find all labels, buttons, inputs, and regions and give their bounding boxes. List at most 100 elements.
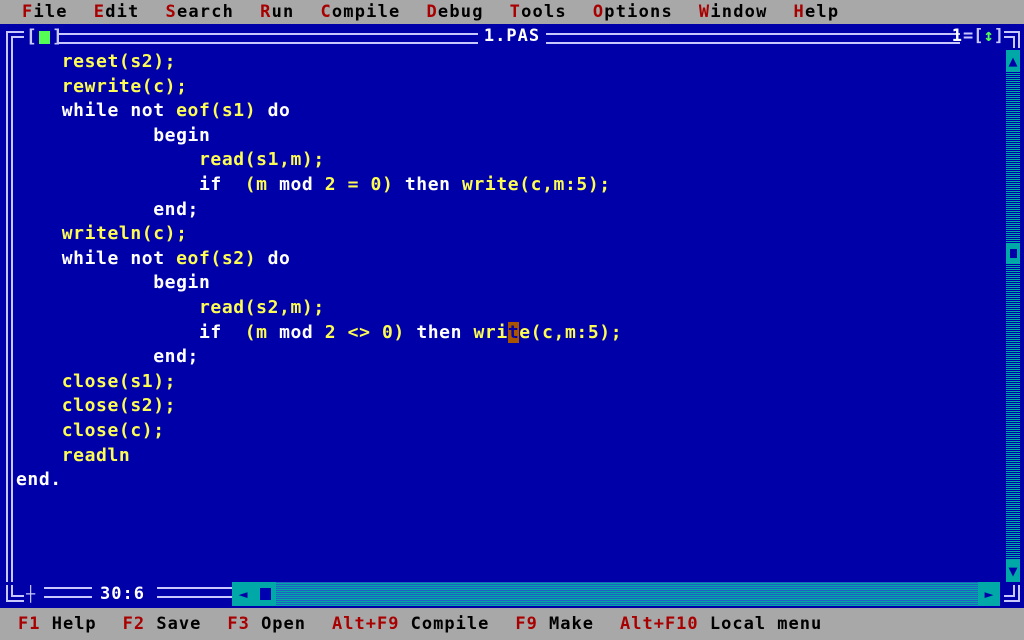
code-identifier: close(s2);: [61, 395, 177, 417]
code-line[interactable]: close(c);: [16, 419, 1002, 444]
window-title-bar[interactable]: [] 1.PAS 1 =[↕]: [0, 24, 1024, 48]
code-identifier: [16, 395, 62, 416]
code-line[interactable]: close(s2);: [16, 394, 1002, 419]
code-identifier: [256, 248, 267, 269]
menu-hotkey: T: [509, 2, 522, 22]
code-identifier: [16, 174, 199, 195]
status-item-open[interactable]: F3 Open: [227, 608, 306, 640]
status-item-make[interactable]: F9 Make: [515, 608, 594, 640]
resize-bracket-right: ]: [993, 26, 1004, 46]
window-title: 1.PAS: [483, 26, 541, 46]
code-line[interactable]: rewrite(c);: [16, 75, 1002, 100]
status-key: F2: [122, 614, 146, 634]
menu-hotkey: R: [260, 2, 272, 22]
code-identifier: write(c,m:5);: [450, 173, 611, 195]
code-line[interactable]: close(s1);: [16, 370, 1002, 395]
status-label: Save: [145, 614, 202, 634]
code-line[interactable]: [16, 542, 1002, 567]
vertical-scroll-track[interactable]: [1006, 72, 1020, 560]
code-identifier: [16, 346, 153, 367]
code-line[interactable]: while not eof(s1) do: [16, 99, 1002, 124]
resize-button[interactable]: =[↕]: [963, 25, 1004, 47]
status-bar: F1 Help F2 Save F3 Open Alt+F9 Compile F9 Ma…: [0, 608, 1024, 640]
menu-item-debug[interactable]: Debug: [426, 0, 483, 24]
code-line[interactable]: reset(s2);: [16, 50, 1002, 75]
menu-label: ptions: [604, 2, 673, 22]
frame-corner-bottom-left-inner: [11, 585, 24, 597]
status-key: F3: [227, 614, 250, 634]
code-keyword: if: [199, 321, 222, 343]
menu-label: ebug: [437, 2, 484, 22]
code-identifier: eof(s1): [176, 100, 257, 122]
menu-hotkey: O: [592, 2, 605, 22]
status-item-save[interactable]: F2 Save: [123, 608, 202, 640]
menu-label: indow: [710, 2, 768, 22]
menu-bar: File Edit Search Run Compile Debug Tools Option…: [0, 0, 1024, 24]
code-identifier: [165, 248, 176, 269]
code-identifier: [16, 223, 62, 244]
resize-grip-icon[interactable]: ┼: [26, 587, 35, 602]
code-identifier: [256, 100, 267, 121]
menu-hotkey: D: [426, 2, 438, 22]
code-identifier: [16, 100, 62, 121]
vertical-scroll-thumb[interactable]: [1006, 244, 1020, 264]
scroll-right-arrow-icon[interactable]: ►: [978, 582, 1000, 606]
code-line[interactable]: read(s2,m);: [16, 296, 1002, 321]
code-line[interactable]: end.: [16, 468, 1002, 493]
scroll-left-arrow-icon[interactable]: ◄: [232, 582, 254, 606]
code-line[interactable]: [16, 517, 1002, 542]
code-line[interactable]: while not eof(s2) do: [16, 247, 1002, 272]
vertical-scrollbar[interactable]: ▲ ▼: [1006, 50, 1020, 582]
code-line[interactable]: if (m mod 2 <> 0) then write(c,m:5);: [16, 321, 1002, 346]
code-identifier: [16, 420, 62, 441]
menu-item-run[interactable]: Run: [260, 0, 294, 24]
code-line[interactable]: end;: [16, 345, 1002, 370]
menu-item-edit[interactable]: Edit: [94, 0, 140, 24]
code-line[interactable]: begin: [16, 271, 1002, 296]
code-identifier: [16, 297, 199, 318]
code-identifier: [16, 371, 62, 392]
code-keyword: begin: [153, 124, 211, 146]
menu-label: elp: [804, 2, 840, 22]
code-identifier: [16, 199, 153, 220]
window-bottom-bar: ┼ 30:6 ◄ ►: [0, 582, 1024, 608]
menu-item-compile[interactable]: Compile: [320, 0, 400, 24]
code-line[interactable]: writeln(c);: [16, 222, 1002, 247]
code-keyword: while: [61, 100, 119, 122]
horizontal-scroll-thumb[interactable]: [254, 582, 276, 606]
status-key: F1: [18, 614, 41, 634]
menu-item-file[interactable]: File: [22, 0, 68, 24]
code-identifier: [16, 51, 62, 72]
menu-item-help[interactable]: Help: [794, 0, 840, 24]
menu-item-window[interactable]: Window: [699, 0, 768, 24]
code-keyword: not: [130, 100, 165, 122]
status-item-local-menu[interactable]: Alt+F10 Local menu: [620, 608, 822, 640]
code-identifier: (m: [221, 321, 280, 343]
code-identifier: close(s1);: [61, 370, 177, 392]
menu-item-search[interactable]: Search: [166, 0, 235, 24]
menu-item-options[interactable]: Options: [593, 0, 673, 24]
menu-hotkey: H: [793, 2, 805, 22]
code-line[interactable]: read(s1,m);: [16, 148, 1002, 173]
scroll-up-arrow-icon[interactable]: ▲: [1006, 50, 1020, 72]
code-identifier: writeln(c);: [61, 223, 188, 245]
code-line[interactable]: if (m mod 2 = 0) then write(c,m:5);: [16, 173, 1002, 198]
status-label: Open: [249, 614, 307, 634]
horizontal-scrollbar[interactable]: ◄ ►: [232, 582, 1000, 606]
scroll-down-arrow-icon[interactable]: ▼: [1006, 560, 1020, 582]
status-item-compile[interactable]: Alt+F9 Compile: [332, 608, 489, 640]
code-line[interactable]: end;: [16, 198, 1002, 223]
code-line[interactable]: begin: [16, 124, 1002, 149]
code-line[interactable]: readln: [16, 444, 1002, 469]
code-identifier: readln: [61, 444, 131, 466]
code-line[interactable]: [16, 493, 1002, 518]
status-item-help[interactable]: F1 Help: [18, 608, 97, 640]
code-identifier: 2 <> 0): [313, 321, 417, 343]
line-column-indicator: 30:6: [100, 584, 145, 604]
code-keyword: end.: [16, 469, 62, 491]
editor-window: [] 1.PAS 1 =[↕] reset(s2); rewrite(c); w…: [0, 24, 1024, 608]
text-cursor: t: [507, 321, 520, 343]
code-editor-area[interactable]: reset(s2); rewrite(c); while not eof(s1)…: [16, 50, 1002, 580]
code-identifier: [16, 125, 153, 146]
menu-item-tools[interactable]: Tools: [510, 0, 567, 24]
